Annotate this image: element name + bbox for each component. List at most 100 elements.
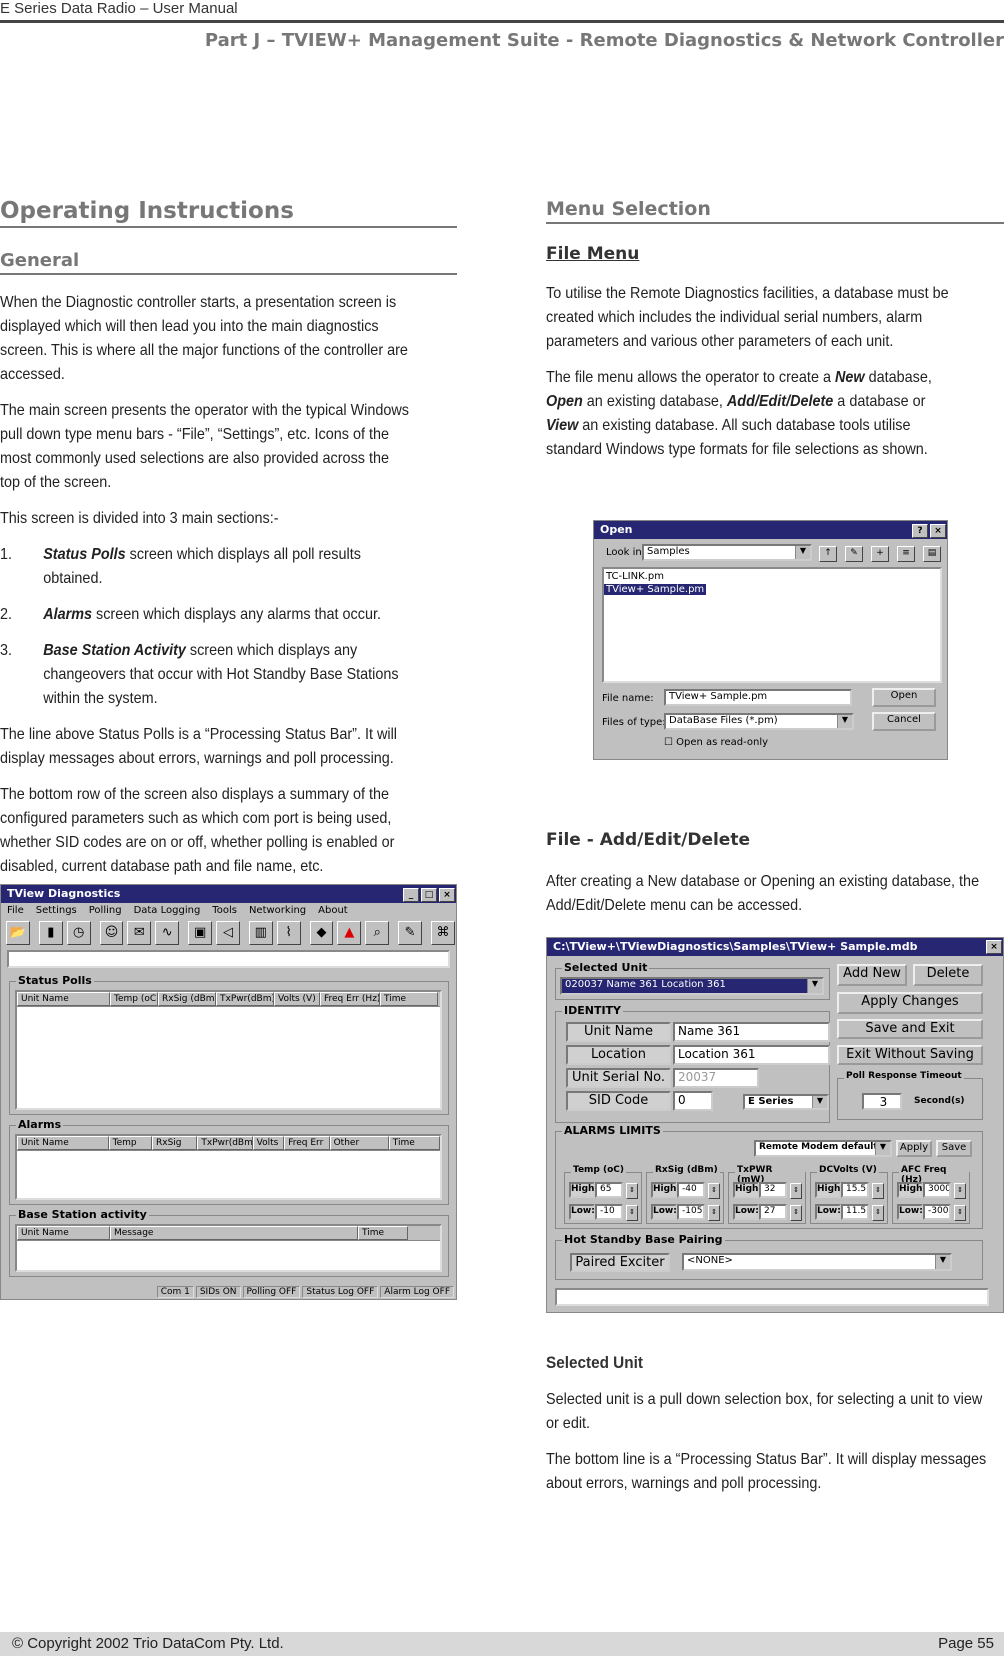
column-header[interactable]: TxPwr(dBm): [216, 992, 274, 1006]
high-label: High:: [733, 1182, 762, 1198]
sid-code-input[interactable]: 0: [673, 1091, 713, 1111]
paired-exciter-select[interactable]: <NONE> ▼: [682, 1253, 952, 1271]
spinner[interactable]: ⇕: [790, 1183, 802, 1199]
close-button[interactable]: ×: [986, 940, 1002, 954]
spinner[interactable]: ⇕: [954, 1183, 966, 1199]
graph-icon[interactable]: ∿: [155, 921, 180, 945]
readonly-checkbox[interactable]: ☐ Open as read-only: [664, 737, 768, 748]
low-input[interactable]: -10: [595, 1204, 623, 1220]
series-select[interactable]: E Series ▼: [743, 1094, 829, 1110]
radio-icon[interactable]: ▣: [188, 921, 213, 945]
page-number: Page 55: [938, 1635, 994, 1652]
column-header[interactable]: Freq Err: [284, 1136, 330, 1150]
menu-about[interactable]: About: [318, 905, 348, 916]
high-input[interactable]: -40: [677, 1182, 705, 1198]
desktop-icon[interactable]: ✎: [845, 546, 863, 562]
menu-settings[interactable]: Settings: [36, 905, 77, 916]
column-header[interactable]: Time: [358, 1226, 408, 1240]
message-icon[interactable]: ✉: [127, 921, 152, 945]
close-button[interactable]: ×: [439, 888, 455, 902]
defaults-select[interactable]: Remote Modem defaults ▼: [754, 1140, 892, 1157]
column-header[interactable]: Temp: [108, 1136, 153, 1150]
column-header[interactable]: Time: [380, 992, 438, 1006]
file-name-input[interactable]: TView+ Sample.pm: [664, 689, 852, 706]
apply-changes-button[interactable]: Apply Changes: [837, 992, 983, 1014]
menu-file[interactable]: File: [7, 905, 24, 916]
maximize-button[interactable]: □: [421, 888, 437, 902]
column-header[interactable]: Freq Err (Hz): [320, 992, 380, 1006]
column-header[interactable]: RxSig (dBm): [158, 992, 216, 1006]
poll-timeout-input[interactable]: 3: [862, 1093, 902, 1110]
network-icon[interactable]: ⌘: [431, 921, 455, 945]
up-folder-icon[interactable]: ↑: [819, 546, 837, 562]
battery-icon[interactable]: ▮: [38, 921, 63, 945]
spinner[interactable]: ⇕: [954, 1205, 966, 1221]
high-input[interactable]: 3000: [923, 1182, 951, 1198]
spinner[interactable]: ⇕: [872, 1183, 884, 1199]
low-input[interactable]: 11.5: [841, 1204, 869, 1220]
menu-networking[interactable]: Networking: [249, 905, 306, 916]
alarm-icon[interactable]: ▲: [337, 921, 362, 945]
column-header[interactable]: Temp (oC): [110, 992, 158, 1006]
cancel-button[interactable]: Cancel: [872, 712, 936, 731]
stopwatch-icon[interactable]: ◷: [66, 921, 91, 945]
column-header[interactable]: Unit Name: [17, 992, 110, 1006]
unit-name-input[interactable]: Name 361: [673, 1022, 830, 1042]
search-chart-icon[interactable]: ⌕: [365, 921, 390, 945]
location-input[interactable]: Location 361: [673, 1045, 830, 1065]
high-input[interactable]: 15.5: [841, 1182, 869, 1198]
column-header[interactable]: Volts: [252, 1136, 285, 1150]
selected-unit-select[interactable]: 020037 Name 361 Location 361 ▼: [560, 977, 824, 995]
column-header[interactable]: Unit Name: [17, 1136, 109, 1150]
open-folder-icon[interactable]: 📂: [6, 921, 30, 945]
menu-polling[interactable]: Polling: [89, 905, 122, 916]
save-and-exit-button[interactable]: Save and Exit: [837, 1019, 983, 1039]
spinner[interactable]: ⇕: [708, 1205, 720, 1221]
open-button[interactable]: Open: [872, 688, 936, 707]
column-header[interactable]: Other: [329, 1136, 389, 1150]
bar-chart-icon[interactable]: ▥: [248, 921, 273, 945]
high-input[interactable]: 65: [595, 1182, 623, 1198]
probe-icon[interactable]: ✎: [398, 921, 423, 945]
file-item-selected[interactable]: TView+ Sample.pm: [604, 584, 707, 595]
menu-tools[interactable]: Tools: [212, 905, 237, 916]
column-header[interactable]: Message: [110, 1226, 358, 1240]
save-defaults-button[interactable]: Save: [936, 1140, 972, 1157]
spinner[interactable]: ⇕: [872, 1205, 884, 1221]
spinner[interactable]: ⇕: [626, 1205, 638, 1221]
identity-group: IDENTITY Unit Name Name 361 Location Loc…: [555, 1004, 830, 1123]
list-view-icon[interactable]: ≡: [897, 546, 915, 562]
new-folder-icon[interactable]: +: [871, 546, 889, 562]
high-label: High:: [815, 1182, 844, 1198]
help-button[interactable]: ?: [912, 524, 928, 538]
speaker-icon[interactable]: ◁: [216, 921, 240, 945]
look-in-select[interactable]: Samples ▼: [642, 544, 812, 561]
column-header[interactable]: RxSig: [152, 1136, 198, 1150]
low-label: Low:: [733, 1204, 759, 1220]
details-view-icon[interactable]: ▤: [923, 546, 941, 562]
exit-without-saving-button[interactable]: Exit Without Saving: [837, 1045, 983, 1065]
spinner[interactable]: ⇕: [790, 1205, 802, 1221]
low-input[interactable]: -3000: [923, 1204, 951, 1220]
file-item[interactable]: TC-LINK.pm: [604, 569, 940, 584]
column-header[interactable]: Volts (V): [274, 992, 320, 1006]
high-input[interactable]: 32: [759, 1182, 787, 1198]
low-input[interactable]: 27: [759, 1204, 787, 1220]
minimize-button[interactable]: _: [403, 888, 419, 902]
person-icon[interactable]: ☺: [99, 921, 124, 945]
tool-icon[interactable]: ◆: [309, 921, 334, 945]
column-header[interactable]: Time: [388, 1136, 441, 1150]
line-chart-icon[interactable]: ⌇: [276, 921, 301, 945]
apply-defaults-button[interactable]: Apply: [896, 1140, 932, 1157]
low-input[interactable]: -105: [677, 1204, 705, 1220]
column-header[interactable]: TxPwr(dBm): [197, 1136, 253, 1150]
add-new-button[interactable]: Add New: [837, 964, 907, 986]
header-rule: [0, 20, 1004, 23]
menu-data-logging[interactable]: Data Logging: [134, 905, 201, 916]
file-type-select[interactable]: DataBase Files (*.pm) ▼: [664, 713, 854, 730]
delete-button[interactable]: Delete: [913, 964, 983, 986]
spinner[interactable]: ⇕: [708, 1183, 720, 1199]
spinner[interactable]: ⇕: [626, 1183, 638, 1199]
close-button[interactable]: ×: [930, 524, 946, 538]
column-header[interactable]: Unit Name: [17, 1226, 110, 1240]
